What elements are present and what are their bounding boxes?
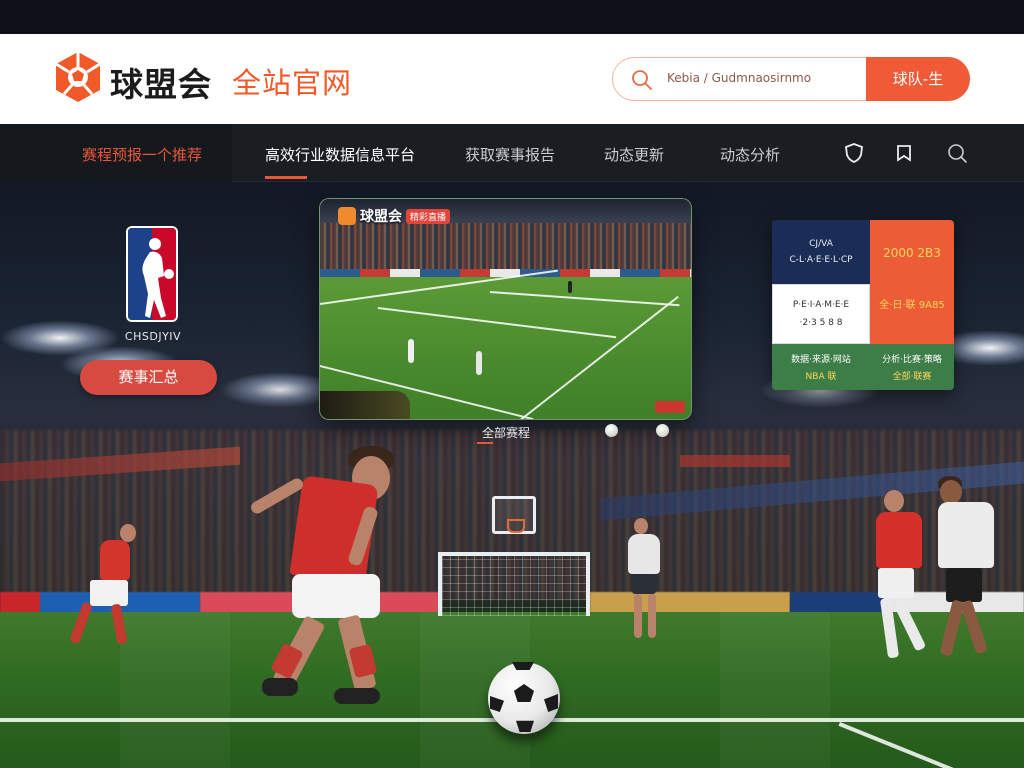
pitch-stripe xyxy=(720,612,830,768)
stats-navy-cell[interactable]: CJ/VA C-L·A·E·E·L·CP xyxy=(772,220,870,284)
nba-logo-icon[interactable] xyxy=(126,226,178,322)
stats-navy-line: C-L·A·E·E·L·CP xyxy=(789,255,853,265)
search-icon[interactable] xyxy=(946,142,968,164)
player-figure xyxy=(68,520,138,650)
player-figure xyxy=(928,476,1008,666)
goal-net xyxy=(438,552,590,616)
brand-logo-icon[interactable] xyxy=(54,52,102,104)
search-icon xyxy=(632,70,652,90)
stats-green-line: 分析·比赛·策略 xyxy=(882,355,942,365)
basketball-hoop xyxy=(492,496,536,534)
video-badge-logo-icon xyxy=(338,207,356,225)
caption-indicator xyxy=(477,442,493,444)
shield-icon[interactable] xyxy=(843,142,865,164)
nav-item-reports[interactable]: 获取赛事报告 xyxy=(465,144,555,165)
search-button[interactable]: 球队-生 xyxy=(866,57,970,101)
main-nav: 赛程预报一个推荐 高效行业数据信息平台 获取赛事报告 动态更新 动态分析 xyxy=(0,124,1024,182)
stats-green-line: 数据·来源·网站 xyxy=(791,355,851,365)
nav-active-indicator xyxy=(265,176,307,179)
stats-green-line: NBA 联 xyxy=(805,372,837,382)
brand-name[interactable]: 球盟会 xyxy=(110,58,212,106)
nba-logo-caption: CHSDJYIV xyxy=(124,330,182,343)
nav-item-schedule[interactable]: 赛程预报一个推荐 xyxy=(82,144,202,165)
stats-green-cell[interactable]: 分析·比赛·策略 全部·联赛 xyxy=(870,344,954,390)
carousel-dot[interactable] xyxy=(605,424,618,437)
live-video-card[interactable]: 球盟会 精彩直播 xyxy=(319,198,692,420)
stats-orange-value: 2000 2B3 xyxy=(883,245,941,260)
nav-item-analysis[interactable]: 动态分析 xyxy=(720,144,780,165)
player-figure xyxy=(248,446,408,716)
stats-orange-value: 全·日·联 9A85 xyxy=(879,299,945,311)
brand-subtitle: 全站官网 xyxy=(232,66,353,100)
video-badge: 球盟会 精彩直播 xyxy=(338,205,451,227)
video-player xyxy=(568,281,572,293)
search-bar: Kebia / Gudmnaosirnmo 球队-生 xyxy=(612,57,970,101)
stats-green-line: 全部·联赛 xyxy=(892,372,932,382)
stand-banner xyxy=(680,455,790,467)
search-input[interactable]: Kebia / Gudmnaosirnmo xyxy=(667,71,811,85)
player-figure xyxy=(620,516,670,646)
stats-white-line: ·2·3 5 8 8 xyxy=(799,318,843,328)
stats-white-cell[interactable]: P·E·I·A·M·E·E ·2·3 5 8 8 xyxy=(772,284,870,344)
nav-item-data-platform[interactable]: 高效行业数据信息平台 xyxy=(265,144,415,165)
events-summary-button[interactable]: 赛事汇总 xyxy=(80,360,217,395)
top-strip xyxy=(0,0,1024,34)
stats-navy-line: CJ/VA xyxy=(809,239,833,249)
stats-white-line: P·E·I·A·M·E·E xyxy=(792,300,850,310)
stats-green-cell[interactable]: 数据·来源·网站 NBA 联 xyxy=(772,344,870,390)
nav-item-updates[interactable]: 动态更新 xyxy=(604,144,664,165)
carousel-dot[interactable] xyxy=(656,424,669,437)
bookmark-icon[interactable] xyxy=(893,142,915,164)
stats-orange-cell[interactable]: 2000 2B3 全·日·联 9A85 xyxy=(870,220,954,344)
video-corner-badge xyxy=(655,401,685,413)
video-player xyxy=(408,339,414,363)
video-camera-foreground xyxy=(320,391,410,419)
stats-panel: CJ/VA C-L·A·E·E·L·CP 2000 2B3 全·日·联 9A85… xyxy=(772,220,954,390)
video-badge-tag: 精彩直播 xyxy=(406,208,451,224)
all-fixtures-link[interactable]: 全部赛程 xyxy=(482,424,530,441)
soccer-ball xyxy=(488,662,560,734)
video-badge-text: 球盟会 xyxy=(360,209,402,225)
video-player xyxy=(476,351,482,375)
